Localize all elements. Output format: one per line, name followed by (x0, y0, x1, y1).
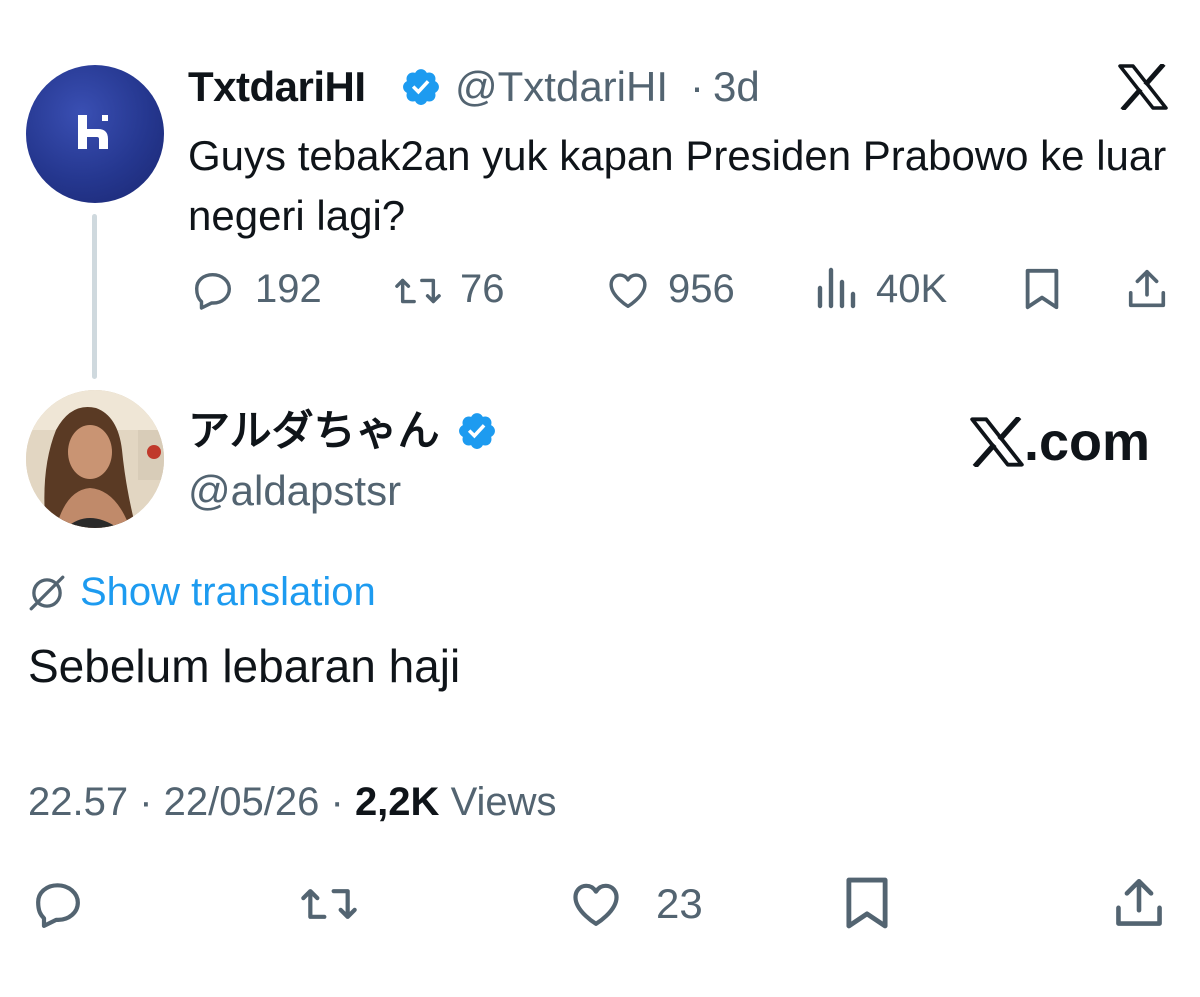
timestamp[interactable]: 3d (713, 62, 760, 112)
thread-line (92, 214, 97, 379)
repost-count: 76 (460, 267, 505, 311)
author-name[interactable]: TxtdariHI (188, 62, 366, 112)
separator-dot: · (139, 780, 164, 824)
reply-icon[interactable] (28, 876, 88, 932)
verified-badge-icon (456, 410, 498, 452)
views-count: 40K (876, 267, 948, 311)
post-time[interactable]: 22.57 (28, 780, 128, 824)
avatar[interactable] (26, 390, 164, 528)
repost-icon[interactable] (296, 876, 362, 932)
views-icon[interactable] (816, 266, 858, 312)
show-translation-link[interactable]: Show translation (80, 568, 376, 616)
views-label: Views (450, 780, 557, 824)
like-icon[interactable] (566, 876, 626, 932)
share-icon[interactable] (1124, 266, 1170, 312)
verified-badge-icon (400, 66, 442, 108)
profile-photo (26, 390, 164, 528)
post-date[interactable]: 22/05/26 (164, 780, 320, 824)
x-logo-icon (970, 417, 1024, 467)
reply-text: Sebelum lebaran haji (28, 640, 461, 692)
like-count: 23 (656, 880, 703, 927)
globe-off-icon[interactable] (26, 572, 68, 614)
tweet-meta: 22.57 · 22/05/26 · 2,2K Views (28, 778, 557, 826)
separator-dot: · (690, 63, 704, 110)
x-logo-icon (1118, 64, 1168, 110)
tweet-text: Guys tebak2an yuk kapan Presiden Prabowo… (188, 132, 1167, 239)
reply-icon[interactable] (190, 267, 236, 313)
reply-author-handle[interactable]: @aldapstsr (188, 466, 401, 516)
view-count: 2,2K (354, 780, 440, 824)
avatar[interactable] (26, 65, 164, 203)
watermark-text: .com (1024, 412, 1151, 472)
reply-count: 192 (255, 267, 322, 311)
reply-author-name[interactable]: アルダちゃん (188, 406, 440, 456)
like-count: 956 (668, 267, 735, 311)
share-icon[interactable] (1110, 874, 1168, 932)
separator-dot: · (330, 780, 355, 824)
bookmark-icon[interactable] (842, 874, 892, 932)
xcom-watermark: .com (970, 412, 1150, 472)
bookmark-icon[interactable] (1022, 266, 1062, 312)
repost-icon[interactable] (392, 268, 444, 314)
letter-h-logo-icon (78, 115, 108, 149)
author-handle[interactable]: @TxtdariHI (455, 62, 668, 112)
like-icon[interactable] (604, 267, 652, 313)
